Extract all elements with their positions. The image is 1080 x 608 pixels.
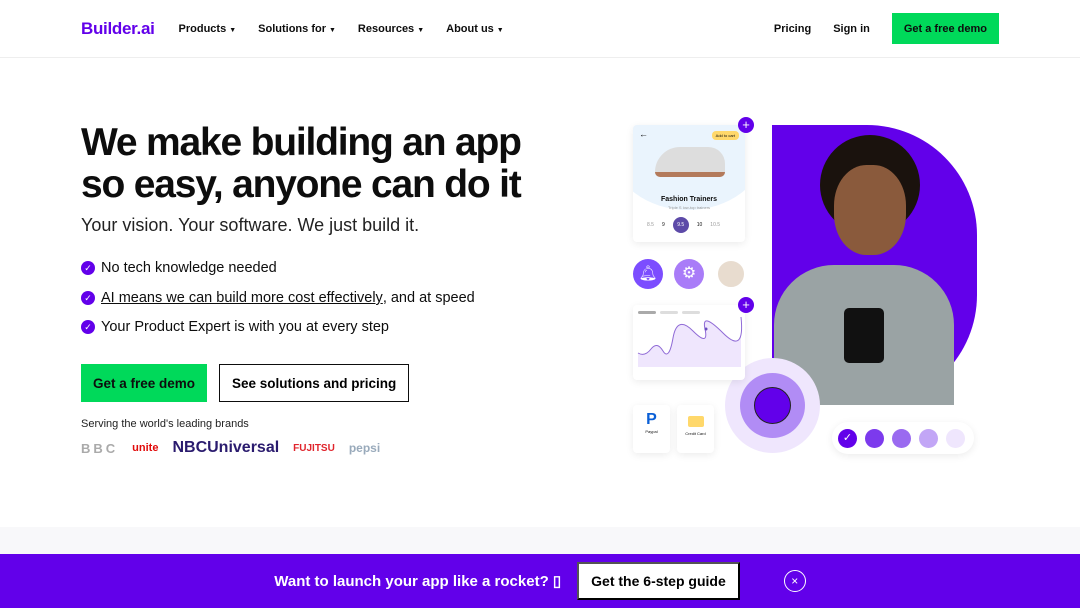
paypal-card: P Paypal: [633, 405, 670, 453]
add-to-cart-badge: Add to cart: [711, 131, 739, 140]
serving-label: Serving the world's leading brands: [81, 418, 249, 430]
back-arrow-icon: ←: [639, 129, 648, 139]
size: 10.5: [710, 222, 721, 228]
hero-demo-button[interactable]: Get a free demo: [81, 364, 208, 402]
bullet: ✓ Your Product Expert is with you at ever…: [81, 319, 389, 335]
size-selected: 9.5: [672, 217, 689, 233]
line-chart: [637, 311, 743, 367]
woman-photo: [772, 125, 977, 405]
bell-icon: 🔔︎: [633, 259, 663, 289]
nav-label: Solutions for: [258, 22, 326, 35]
check-icon: ✓: [81, 261, 95, 275]
caret-down-icon: ▼: [229, 26, 237, 34]
check-icon: ✓: [81, 320, 95, 334]
chart-card: [633, 305, 745, 380]
brand-logo: unite: [132, 442, 159, 454]
nav-about[interactable]: About us ▼: [446, 23, 504, 35]
nav-demo-button[interactable]: Get a free demo: [891, 13, 999, 44]
shoe-image: [655, 147, 725, 177]
caret-down-icon: ▼: [328, 26, 336, 34]
ai-cost-link[interactable]: AI means we can build more cost effectiv…: [101, 290, 383, 306]
plus-icon: +: [738, 117, 754, 133]
product-subtitle: Triple S low-top trainers: [667, 205, 711, 210]
payment-label: Paypal: [645, 429, 658, 434]
solutions-pricing-button[interactable]: See solutions and pricing: [219, 364, 410, 402]
gear-icon: ⚙: [674, 259, 704, 289]
caret-down-icon: ▼: [496, 26, 504, 34]
bullet: ✓ AI means we can build more cost effecti…: [81, 290, 475, 306]
brand-logo: NBCUniversal: [172, 439, 280, 456]
product-card: ← Add to cart Fashion Trainers Triple S …: [633, 125, 745, 242]
nav-products[interactable]: Products ▼: [179, 23, 237, 35]
section-divider: [0, 527, 1080, 554]
nav-solutions[interactable]: Solutions for ▼: [258, 23, 336, 35]
brand-logo: pepsi: [348, 441, 381, 455]
hero-title: We make building an app so easy, anyone …: [81, 121, 522, 206]
brand-logo: BBC: [81, 440, 119, 456]
dot: [865, 428, 884, 448]
credit-card-icon: [687, 416, 704, 427]
nav-label: Products: [178, 22, 227, 35]
plus-icon: +: [738, 297, 754, 313]
check-icon: ✓: [838, 428, 857, 448]
brand-logos: BBC unite NBCUniversal FUJITSU pepsi: [81, 438, 381, 458]
caret-down-icon: ▼: [417, 26, 425, 34]
avatar: [716, 259, 746, 289]
nav-resources[interactable]: Resources ▼: [358, 23, 424, 35]
product-title: Fashion Trainers: [660, 196, 718, 203]
check-icon: ✓: [81, 291, 95, 305]
signin-link[interactable]: Sign in: [833, 23, 870, 35]
nav-label: Resources: [357, 22, 415, 35]
bullet-text: Your Product Expert is with you at every…: [101, 319, 389, 335]
dot: [946, 428, 965, 448]
progress-dots: ✓: [832, 422, 974, 454]
brand-logo: FUJITSU: [293, 442, 335, 454]
size-selector: 8.5 9 9.5 10 10.5: [647, 217, 720, 233]
size: 10: [696, 222, 703, 228]
hero-subtitle: Your vision. Your software. We just buil…: [81, 215, 420, 235]
bullet: ✓ No tech knowledge needed: [81, 260, 277, 276]
dot: [892, 428, 911, 448]
pricing-link[interactable]: Pricing: [774, 23, 811, 35]
size: 9: [661, 222, 665, 228]
guide-button[interactable]: Get the 6-step guide: [577, 562, 740, 600]
bullet-text: , and at speed: [382, 290, 475, 306]
size: 8.5: [647, 222, 654, 228]
close-icon[interactable]: ×: [783, 570, 806, 592]
banner-text: Want to launch your app like a rocket? ▯: [274, 573, 562, 590]
paypal-icon: P: [646, 411, 657, 428]
credit-card: Credit Card: [677, 405, 714, 453]
promo-banner: Want to launch your app like a rocket? ▯…: [0, 554, 1080, 608]
logo[interactable]: Builder.ai: [81, 19, 155, 39]
nav-label: About us: [446, 22, 494, 35]
top-nav: Builder.ai Products ▼ Solutions for ▼ Reso…: [0, 0, 1080, 58]
bullet-text: No tech knowledge needed: [101, 260, 277, 276]
dot: [919, 428, 938, 448]
payment-label: Credit Card: [685, 431, 706, 436]
